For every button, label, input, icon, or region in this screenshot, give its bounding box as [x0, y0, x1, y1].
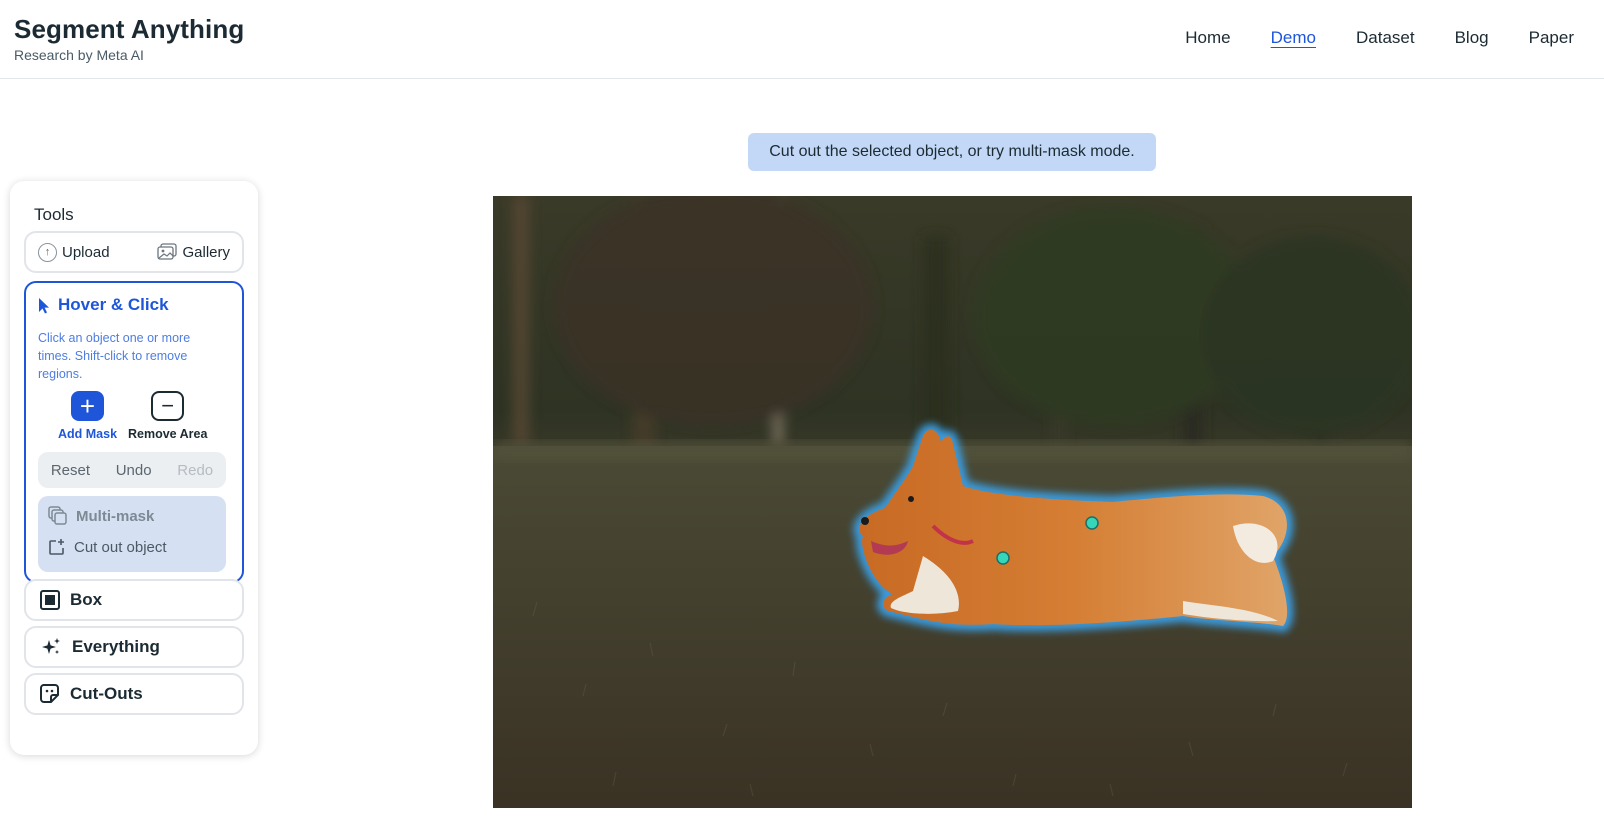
upload-label: Upload	[62, 243, 110, 261]
cutouts-tool[interactable]: Cut-Outs	[24, 673, 244, 715]
tools-title: Tools	[34, 205, 74, 224]
gallery-button[interactable]: Gallery	[157, 243, 230, 261]
multi-mask-toggle[interactable]: Multi-mask	[48, 506, 154, 526]
minus-icon: −	[151, 391, 185, 421]
hover-click-title: Hover & Click	[58, 295, 169, 314]
remove-area-label: Remove Area	[128, 427, 208, 441]
hover-click-header: Hover & Click	[38, 295, 169, 315]
cut-out-label: Cut out object	[74, 538, 167, 556]
cutouts-icon	[40, 684, 59, 703]
cut-out-icon	[49, 539, 64, 555]
remove-area-button[interactable]: − Remove Area	[128, 391, 207, 441]
reset-button[interactable]: Reset	[51, 462, 90, 479]
cut-out-object-button[interactable]: Cut out object	[48, 538, 167, 556]
undo-button[interactable]: Undo	[116, 462, 152, 479]
hint-banner: Cut out the selected object, or try mult…	[748, 133, 1156, 171]
main-nav: Home Demo Dataset Blog Paper	[1145, 28, 1574, 48]
hover-click-tool[interactable]: Hover & Click Click an object one or mor…	[24, 281, 244, 583]
box-label: Box	[70, 590, 103, 609]
brand[interactable]: Segment Anything Research by Meta AI	[14, 14, 244, 63]
nav-home[interactable]: Home	[1185, 28, 1230, 48]
nav-paper[interactable]: Paper	[1529, 28, 1574, 48]
nav-blog[interactable]: Blog	[1455, 28, 1489, 48]
cutouts-label: Cut-Outs	[70, 684, 143, 703]
brand-title[interactable]: Segment Anything	[14, 14, 244, 45]
upload-gallery-row: ↑ Upload Gallery	[24, 231, 244, 273]
plus-icon: +	[71, 391, 105, 421]
image-canvas[interactable]	[493, 196, 1412, 808]
photo-with-mask[interactable]	[493, 196, 1412, 808]
everything-tool[interactable]: Everything	[24, 626, 244, 668]
box-tool[interactable]: Box	[24, 579, 244, 621]
multi-mask-box: Multi-mask Cut out object	[38, 496, 226, 572]
multi-mask-icon	[48, 506, 67, 525]
everything-label: Everything	[72, 637, 160, 656]
brand-subtitle: Research by Meta AI	[14, 47, 144, 63]
multi-mask-label: Multi-mask	[76, 507, 155, 525]
click-point[interactable]	[1085, 516, 1099, 530]
sparkle-icon	[42, 638, 60, 654]
tools-panel: Tools ↑ Upload Gallery Hover & Click Cli…	[10, 181, 258, 755]
add-mask-button[interactable]: + Add Mask	[58, 391, 117, 441]
hover-click-description: Click an object one or more times. Shift…	[38, 331, 191, 381]
click-point[interactable]	[996, 551, 1010, 565]
upload-button[interactable]: ↑ Upload	[38, 242, 110, 262]
gallery-label: Gallery	[182, 243, 230, 261]
redo-button[interactable]: Redo	[177, 462, 213, 479]
nav-dataset[interactable]: Dataset	[1356, 28, 1415, 48]
upload-icon: ↑	[38, 242, 57, 262]
site-header: Segment Anything Research by Meta AI Hom…	[0, 0, 1604, 79]
nav-demo[interactable]: Demo	[1271, 28, 1316, 48]
gallery-icon	[157, 243, 178, 260]
mask-action-row: Reset Undo Redo	[38, 452, 226, 488]
add-mask-label: Add Mask	[58, 427, 118, 441]
cursor-icon	[39, 297, 49, 313]
box-icon	[40, 590, 60, 610]
